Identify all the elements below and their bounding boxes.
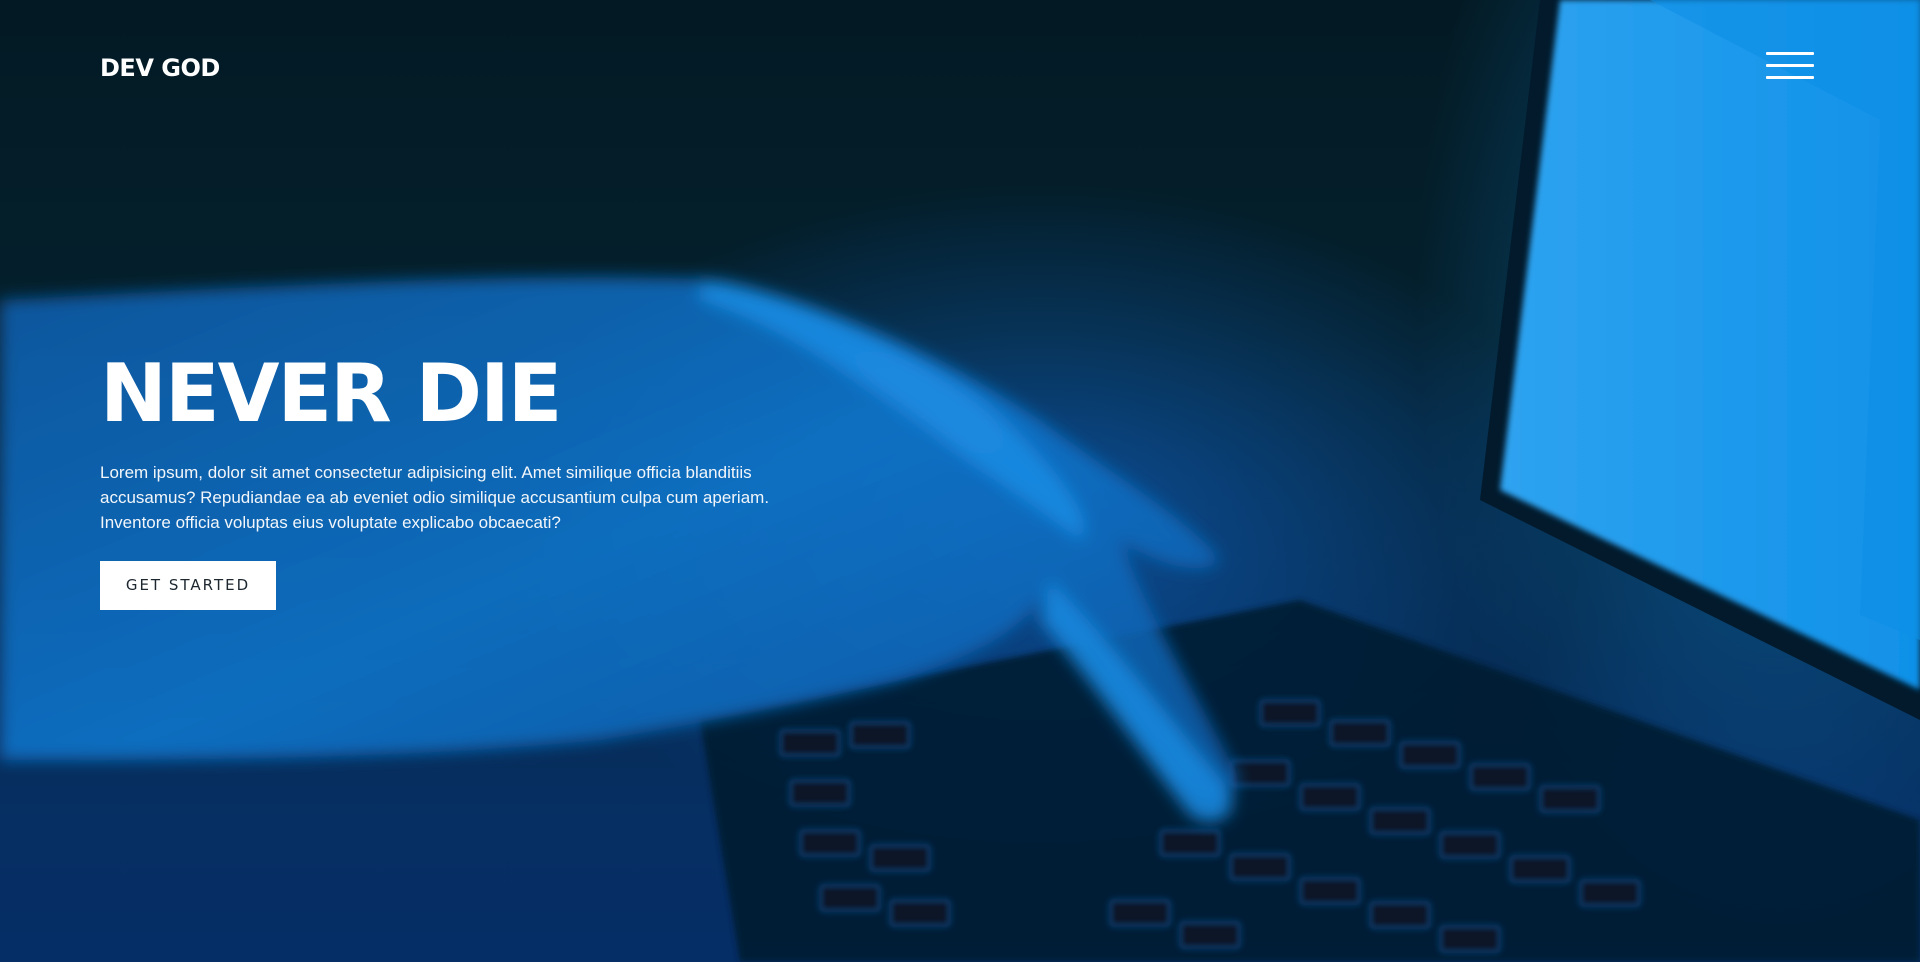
hero-title: NEVER DIE — [100, 347, 562, 440]
hero-description: Lorem ipsum, dolor sit amet consectetur … — [100, 463, 770, 532]
site-logo[interactable]: DEV GOD — [100, 54, 220, 82]
hero-section: DEV GOD NEVER DIE Lorem ipsum, dolor sit… — [0, 0, 1920, 962]
hamburger-menu-icon[interactable] — [1766, 50, 1814, 86]
menu-line — [1766, 52, 1814, 55]
menu-line — [1766, 76, 1814, 79]
hero-content: NEVER DIE Lorem ipsum, dolor sit amet co… — [100, 348, 820, 610]
menu-line — [1766, 64, 1814, 67]
get-started-button[interactable]: GET STARTED — [100, 561, 276, 610]
